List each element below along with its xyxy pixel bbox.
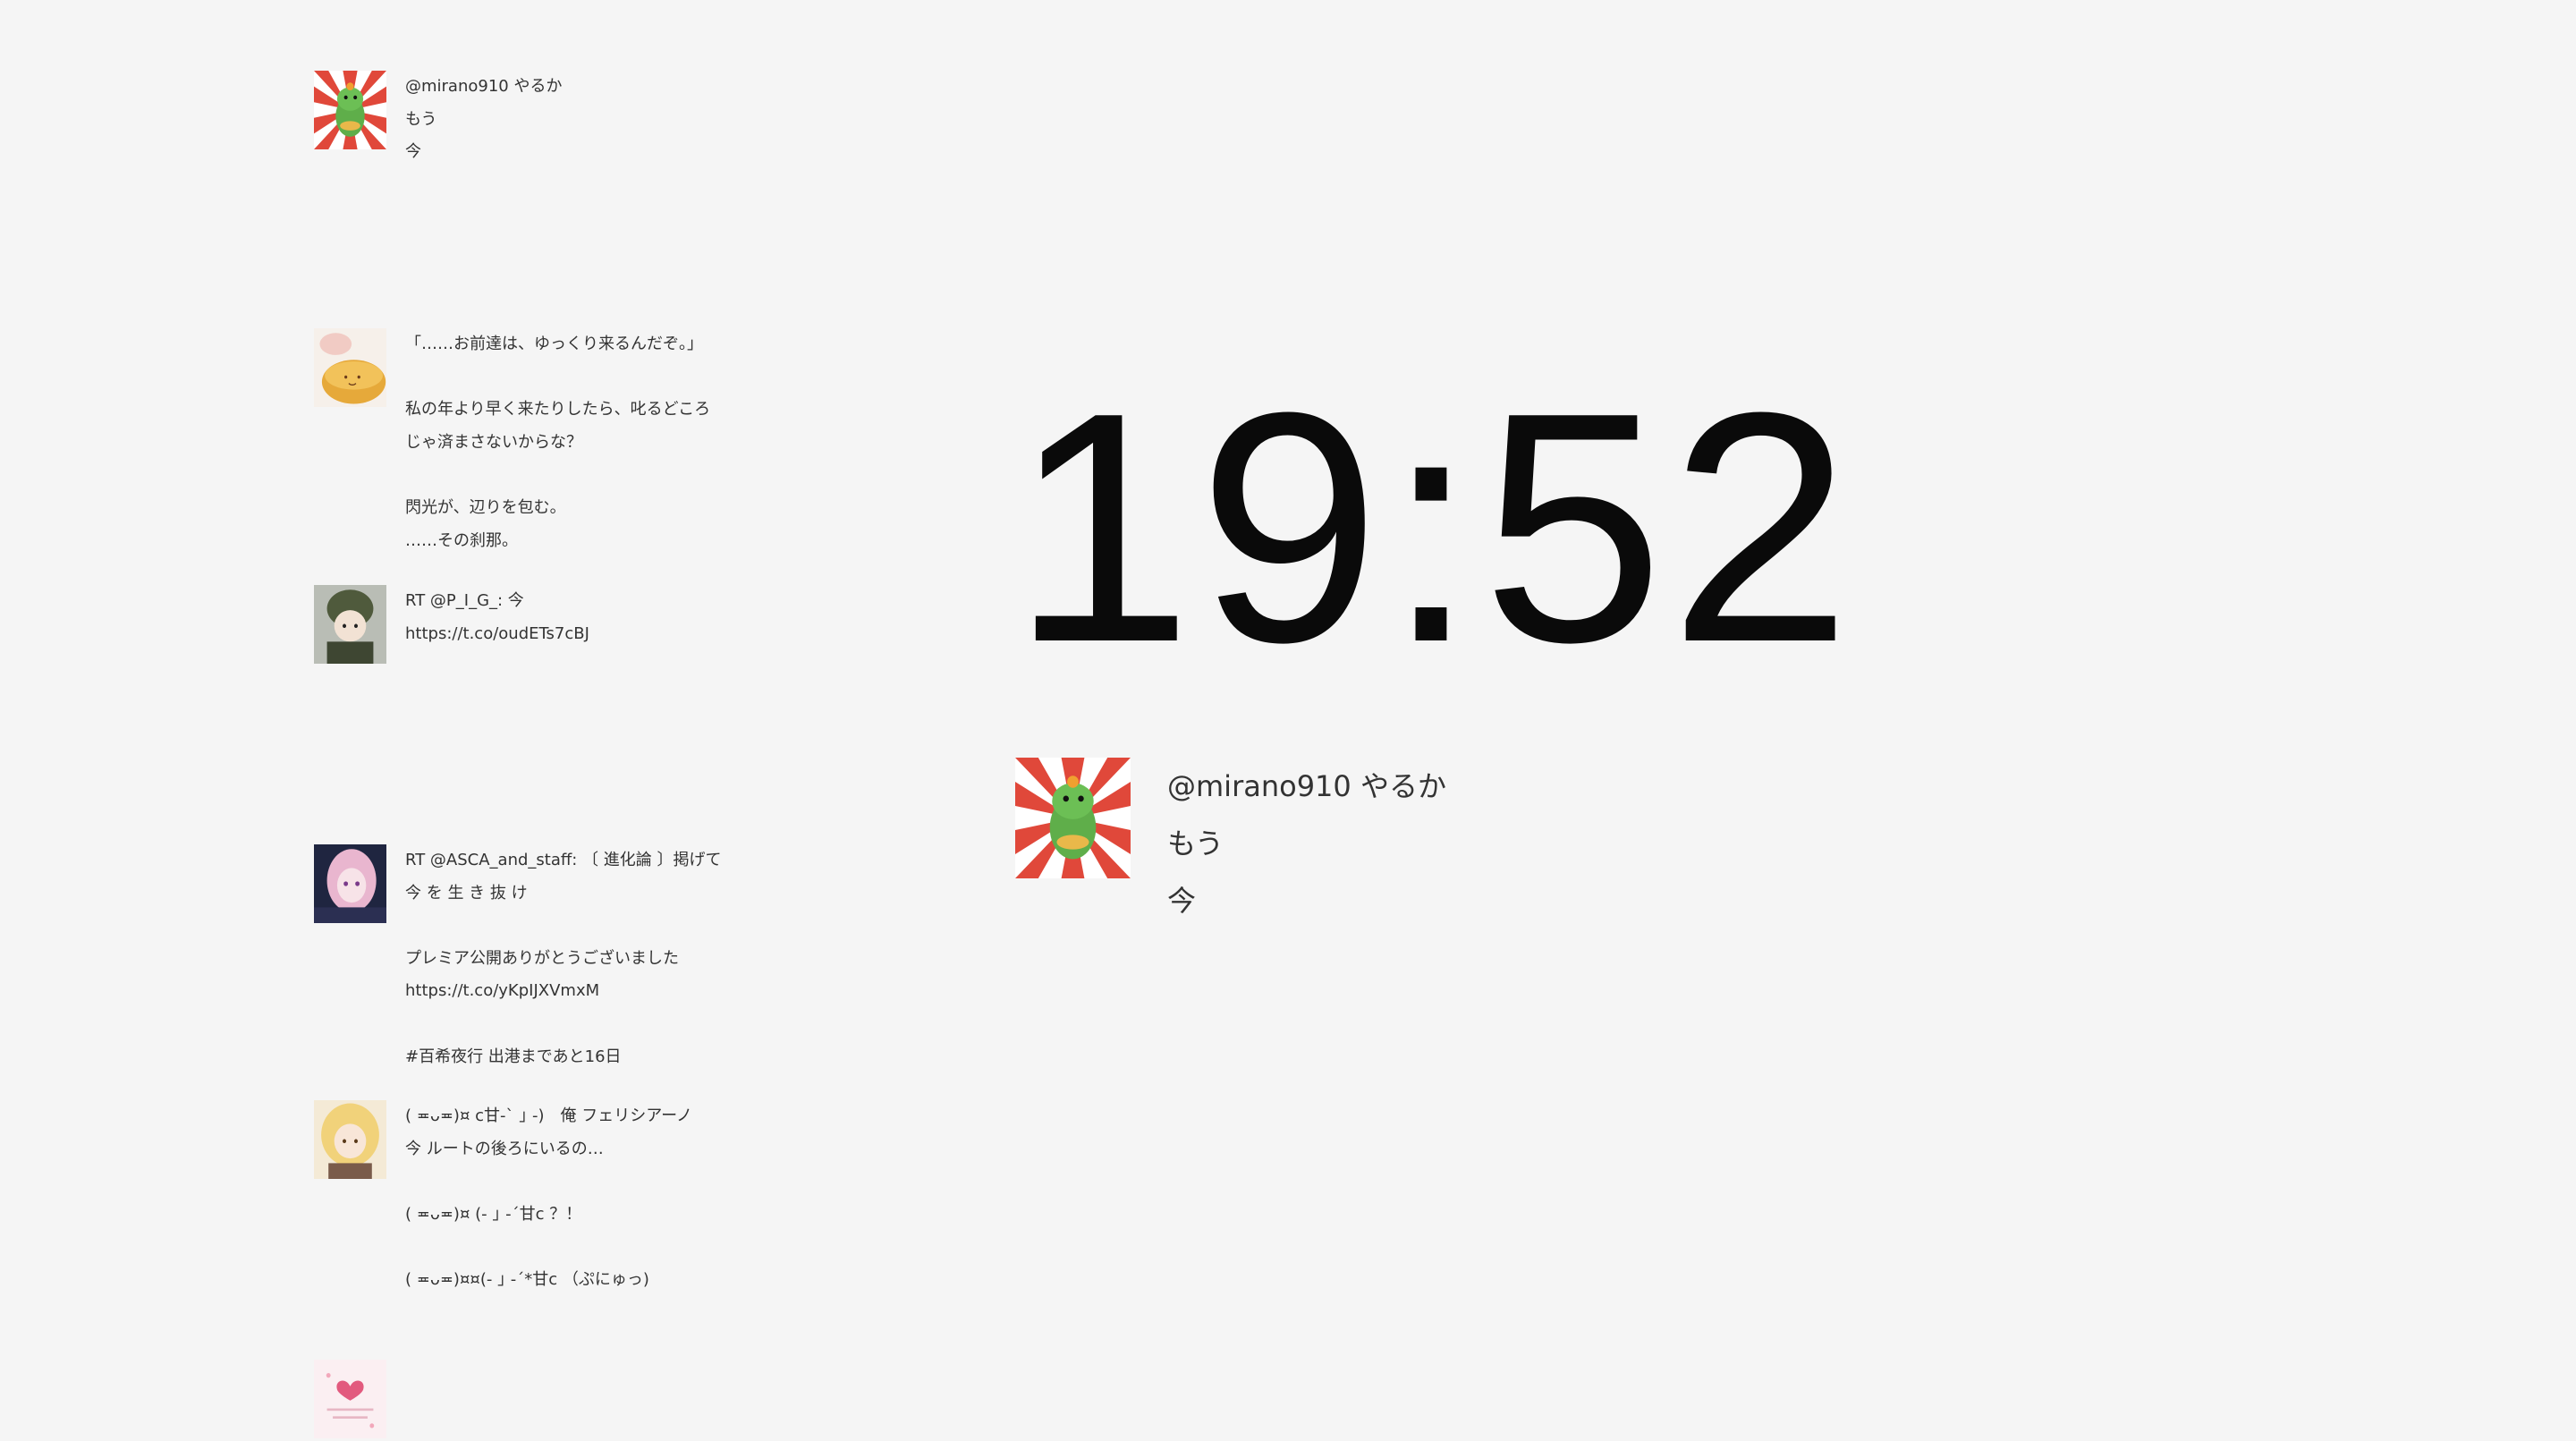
dragon-avatar-icon[interactable] xyxy=(1015,758,1131,878)
tweet-line: 今 ルートの後ろにいるの… xyxy=(405,1139,604,1158)
tweet-line xyxy=(405,1008,817,1041)
tweet-line: RT @P_I_G_: 今 xyxy=(405,591,524,610)
tweet-link[interactable]: https://t.co/oudETs7cBJ xyxy=(405,618,817,651)
tweet-line xyxy=(405,910,817,943)
clock-screen: @mirano910 やるか もう 今 「……お前達は、ゆっくり来るんだぞ。」 … xyxy=(0,0,2576,1441)
anime-girl-avatar-icon[interactable] xyxy=(314,844,386,923)
tweet-line: 「……お前達は、ゆっくり来るんだぞ。」 xyxy=(405,335,703,353)
tweet-line: プレミア公開ありがとうございました xyxy=(405,948,679,968)
tweet-line: ( ≖ᴗ≖)¤ c甘-ˋ ｣ -) 俺 フェリシアーノ xyxy=(405,1106,693,1125)
featured-tweet-line: もう xyxy=(1167,826,1224,860)
blonde-girl-avatar-icon[interactable] xyxy=(314,1100,386,1179)
tweet-hashtag[interactable]: #百希夜行 出港まであと16日 xyxy=(405,1041,817,1074)
food-avatar-icon[interactable] xyxy=(314,328,386,407)
featured-tweet-line: 今 xyxy=(1167,884,1197,918)
dragon-avatar-icon[interactable] xyxy=(314,71,386,149)
tweet-line xyxy=(405,361,817,394)
tweet-line: じゃ済まさないからな？ xyxy=(405,432,582,452)
featured-tweet-line: @mirano910 やるか xyxy=(1167,769,1446,803)
tweet-line: ( ≖ᴗ≖)¤¤(- ｣ -ˊ*甘c （ぷにゅっ) xyxy=(405,1269,649,1289)
featured-tweet[interactable]: @mirano910 やるか もう 今 xyxy=(1015,758,1820,937)
heart-card-avatar-icon[interactable] xyxy=(314,1360,386,1438)
tweet-link[interactable]: https://t.co/yKpIJXVmxM xyxy=(405,975,817,1008)
tweet-line xyxy=(405,1231,817,1264)
tweet-line: 私の年より早く来たりしたら、叱るどころ xyxy=(405,400,711,420)
tweet-line: 閃光が、辺りを包む。 xyxy=(405,497,566,517)
tweet-line: もう xyxy=(405,109,437,129)
tweet-line: 今 xyxy=(405,142,421,162)
tweet-line: 今 を 生 き 抜 け xyxy=(405,883,528,903)
tweet-line xyxy=(405,459,817,492)
tweet-line: RT @ASCA_and_staff: 〔 進化論 〕掲げて xyxy=(405,851,722,869)
tweet-feed: @mirano910 やるか もう 今 「……お前達は、ゆっくり来るんだぞ。」 … xyxy=(314,0,815,1441)
clock-time: 19:52 xyxy=(1011,344,1857,710)
tweet-line: ( ≖ᴗ≖)¤ (- ｣ -ˊ甘c ？！ xyxy=(405,1204,582,1224)
tweet-line: ……その刹那。 xyxy=(405,530,518,550)
tweet-line xyxy=(405,1166,817,1199)
soldier-avatar-icon[interactable] xyxy=(314,585,386,664)
tweet-line: @mirano910 やるか xyxy=(405,77,563,96)
